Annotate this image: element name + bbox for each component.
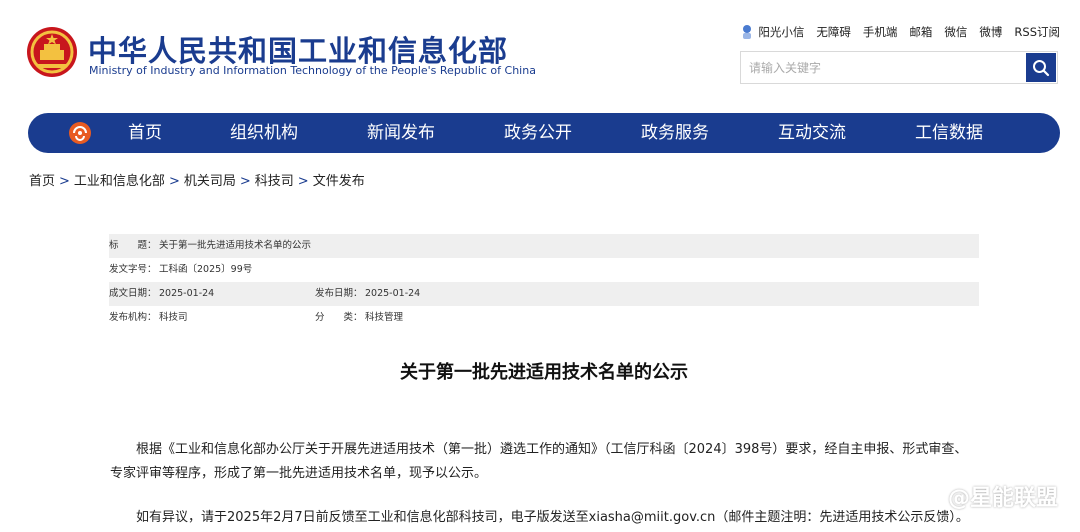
top-links: 阳光小信 无障碍 手机端 邮箱 微信 微博 RSS订阅 (740, 24, 1060, 40)
info-label: 标 题： (109, 240, 157, 251)
link-rss[interactable]: RSS订阅 (1014, 24, 1060, 40)
info-row-doc-no: 发文字号： 工科函〔2025〕99号 (109, 258, 979, 282)
paragraph-text: 如有异议，请于2025年2月7日前反馈至工业和信息化部科技司，电子版发送至xia… (136, 510, 969, 525)
search-input[interactable] (741, 52, 1019, 83)
breadcrumb-file-release[interactable]: 文件发布 (313, 174, 365, 189)
search-icon (1033, 59, 1050, 76)
info-value: 工科函〔2025〕99号 (159, 264, 253, 275)
search-button[interactable] (1026, 53, 1056, 82)
article-paragraph: 根据《工业和信息化部办公厅关于开展先进适用技术（第一批）遴选工作的通知》（工信厅… (110, 438, 980, 486)
info-row-dates: 成文日期： 2025-01-24 发布日期： 2025-01-24 (109, 282, 979, 306)
breadcrumb: 首页 > 工业和信息化部 > 机关司局 > 科技司 > 文件发布 (29, 170, 365, 189)
info-row-org: 发布机构： 科技司 分 类： 科技管理 (109, 306, 979, 330)
info-label: 成文日期： (109, 288, 157, 299)
breadcrumb-miit[interactable]: 工业和信息化部 (74, 174, 165, 189)
breadcrumb-separator: > (239, 174, 251, 189)
nav-item-gov-info[interactable]: 政务公开 (504, 113, 572, 153)
site-subtitle: Ministry of Industry and Information Tec… (89, 64, 536, 77)
nav-item-organization[interactable]: 组织机构 (230, 113, 298, 153)
search-box (740, 51, 1058, 84)
link-mobile[interactable]: 手机端 (863, 24, 898, 40)
nav-item-interaction[interactable]: 互动交流 (778, 113, 846, 153)
nav-item-gov-service[interactable]: 政务服务 (641, 113, 709, 153)
info-label: 发布机构： (109, 312, 157, 323)
nav-item-news[interactable]: 新闻发布 (367, 113, 435, 153)
article-title: 关于第一批先进适用技术名单的公示 (400, 362, 688, 383)
main-nav: 首页 组织机构 新闻发布 政务公开 政务服务 互动交流 工信数据 (28, 113, 1060, 153)
link-mail[interactable]: 邮箱 (909, 24, 932, 40)
nav-item-home[interactable]: 首页 (128, 113, 162, 153)
national-emblem-icon (26, 26, 78, 78)
watermark: @星能联盟 (915, 480, 1058, 512)
info-row-title: 标 题： 关于第一批先进适用技术名单的公示 (109, 234, 979, 258)
link-label: 阳光小信 (758, 25, 805, 39)
miit-logo-icon (68, 121, 92, 145)
info-label: 发文字号： (109, 264, 157, 275)
breadcrumb-separator: > (297, 174, 309, 189)
info-label: 发布日期： (315, 288, 363, 299)
paragraph-text: 根据《工业和信息化部办公厅关于开展先进适用技术（第一批）遴选工作的通知》（工信厅… (110, 442, 968, 481)
info-value: 科技司 (159, 312, 188, 323)
link-wechat[interactable]: 微信 (944, 24, 967, 40)
breadcrumb-tech-dept[interactable]: 科技司 (255, 174, 294, 189)
mascot-icon (743, 25, 752, 39)
nav-item-data[interactable]: 工信数据 (915, 113, 983, 153)
info-label: 分 类： (315, 312, 363, 323)
article-paragraph: 如有异议，请于2025年2月7日前反馈至工业和信息化部科技司，电子版发送至xia… (110, 506, 980, 530)
chat-bubble-icon (915, 486, 942, 505)
link-accessibility[interactable]: 无障碍 (816, 24, 851, 40)
breadcrumb-separator: > (59, 174, 70, 189)
breadcrumb-separator: > (168, 174, 180, 189)
link-weibo[interactable]: 微博 (979, 24, 1002, 40)
breadcrumb-home[interactable]: 首页 (29, 174, 55, 189)
info-value: 科技管理 (365, 312, 404, 323)
document-info-table: 标 题： 关于第一批先进适用技术名单的公示 发文字号： 工科函〔2025〕99号… (109, 234, 979, 330)
info-value: 关于第一批先进适用技术名单的公示 (159, 240, 312, 251)
info-value: 2025-01-24 (159, 288, 215, 299)
info-value: 2025-01-24 (365, 288, 421, 299)
watermark-text: @星能联盟 (947, 486, 1058, 511)
breadcrumb-departments[interactable]: 机关司局 (184, 174, 236, 189)
link-sunshine[interactable]: 阳光小信 (740, 24, 804, 40)
